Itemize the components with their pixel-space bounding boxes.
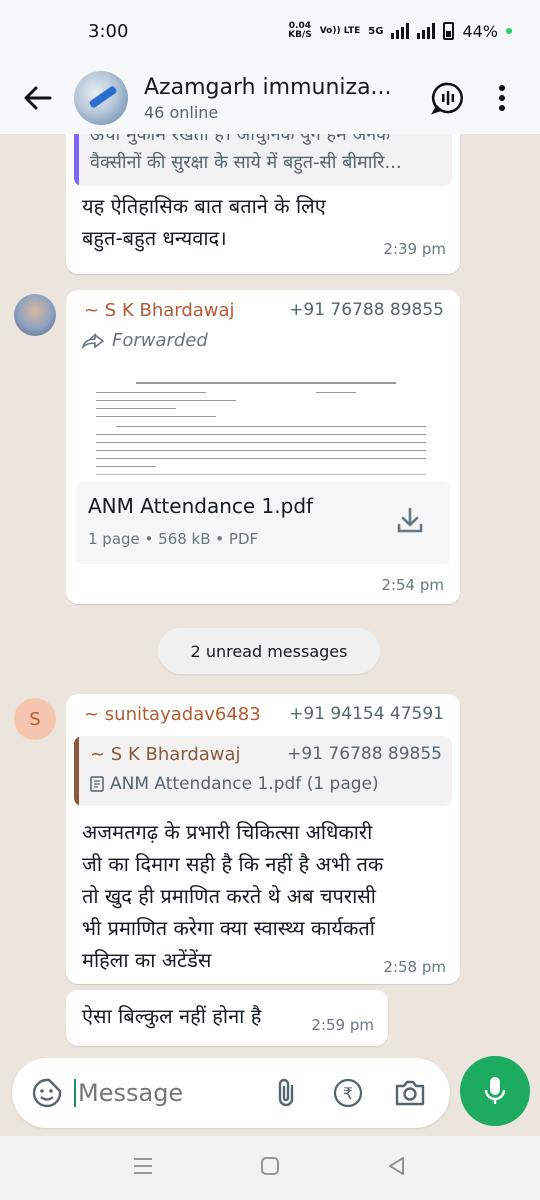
document-meta: 1 page • 568 kB • PDF [88, 530, 259, 548]
online-count: 46 online [144, 102, 219, 122]
group-avatar[interactable] [74, 71, 128, 125]
volte-label: Vo)) LTE [319, 25, 361, 36]
battery-icon [443, 22, 455, 40]
quoted-message[interactable]: ऊंचा मुकाम रखता है। आधुनिक युग हम अनेक व… [74, 134, 452, 186]
attach-icon[interactable] [266, 1073, 306, 1113]
system-nav-bar [0, 1136, 540, 1200]
quoted-phone: +91 76788 89855 [287, 744, 442, 764]
document-icon [90, 776, 104, 792]
group-title: Azamgarh immuniza... [144, 74, 392, 100]
message-text: यह ऐतिहासिक बात बताने के लिए [82, 194, 326, 218]
pdf-preview[interactable] [76, 368, 450, 478]
document-message-bubble[interactable]: ~ S K Bhardawaj +91 76788 89855 Forwarde… [66, 290, 460, 604]
more-options-icon[interactable] [480, 76, 524, 120]
status-time: 3:00 [88, 20, 129, 42]
privacy-dot-icon [506, 28, 512, 34]
signal-2-icon [417, 23, 436, 39]
voice-message-button[interactable] [460, 1056, 530, 1126]
quoted-document: ANM Attendance 1.pdf (1 page) [90, 774, 379, 794]
sender-avatar[interactable]: S [14, 698, 56, 740]
group-info[interactable]: Azamgarh immuniza... 46 online [144, 75, 416, 122]
message-time: 2:59 pm [311, 1016, 374, 1034]
forwarded-label: Forwarded [82, 330, 208, 351]
signal-icon [391, 23, 410, 39]
status-icons: 0.04 KB/S Vo)) LTE 5G 44% [288, 22, 512, 41]
message-time: 2:39 pm [383, 240, 446, 258]
quoted-sender: ~ S K Bhardawaj [90, 744, 241, 765]
reply-message-bubble[interactable]: ~ sunitayadav6483 +91 94154 47591 ~ S K … [66, 694, 460, 984]
document-name: ANM Attendance 1.pdf [88, 494, 314, 518]
camera-icon[interactable] [390, 1073, 430, 1113]
back-nav-icon[interactable] [387, 1156, 407, 1180]
chat-area[interactable]: ऊंचा मुकाम रखता है। आधुनिक युग हम अनेक व… [0, 134, 540, 1054]
microphone-icon [484, 1077, 506, 1104]
message-bubble[interactable]: ऐसा बिल्कुल नहीं होना है 2:59 pm [66, 990, 388, 1046]
home-icon[interactable] [260, 1156, 280, 1180]
message-text: अजमतगढ़ के प्रभारी चिकित्सा अधिकारी [82, 820, 373, 844]
message-composer: ₹ [12, 1058, 450, 1128]
message-text: बहुत-बहुत धन्यवाद। [82, 226, 227, 250]
forwarded-icon [82, 332, 104, 349]
sender-name[interactable]: ~ sunitayadav6483 [84, 704, 261, 725]
emoji-sticker-icon[interactable] [32, 1078, 62, 1108]
sender-phone: +91 76788 89855 [289, 300, 444, 320]
message-time: 2:58 pm [383, 958, 446, 976]
download-icon[interactable] [396, 506, 424, 538]
voice-chat-icon[interactable] [426, 76, 470, 120]
message-text: महिला का अटेंडेंस [82, 948, 212, 972]
svg-text:₹: ₹ [343, 1084, 353, 1103]
battery-level: 44% [462, 21, 498, 41]
unread-messages-divider: 2 unread messages [158, 628, 380, 674]
message-text: भी प्रमाणित करेगा क्या स्वास्थ्य कार्यकर… [82, 916, 375, 940]
document-attachment[interactable]: ANM Attendance 1.pdf 1 page • 568 kB • P… [76, 482, 450, 564]
message-bubble[interactable]: ऊंचा मुकाम रखता है। आधुनिक युग हम अनेक व… [66, 134, 460, 274]
net-speed: 0.04 KB/S [288, 21, 312, 40]
payment-icon[interactable]: ₹ [328, 1073, 368, 1113]
sender-name[interactable]: ~ S K Bhardawaj [84, 300, 235, 321]
message-text: जी का दिमाग सही है कि नहीं है अभी तक [82, 852, 384, 876]
back-arrow-icon[interactable] [22, 82, 54, 114]
message-text: तो खुद ही प्रमाणित करते थे अब चपरासी [82, 884, 376, 908]
sender-phone: +91 94154 47591 [289, 704, 444, 724]
message-text: ऐसा बिल्कुल नहीं होना है [82, 1004, 262, 1028]
network-type: 5G [368, 25, 384, 37]
message-input[interactable] [74, 1079, 244, 1107]
message-time: 2:54 pm [381, 576, 444, 594]
sender-avatar[interactable] [14, 294, 56, 336]
quoted-message[interactable]: ~ S K Bhardawaj +91 76788 89855 ANM Atte… [74, 736, 452, 806]
chat-header: Azamgarh immuniza... 46 online [0, 62, 540, 134]
recent-apps-icon[interactable] [133, 1157, 153, 1179]
status-bar: 3:00 0.04 KB/S Vo)) LTE 5G 44% [0, 0, 540, 62]
